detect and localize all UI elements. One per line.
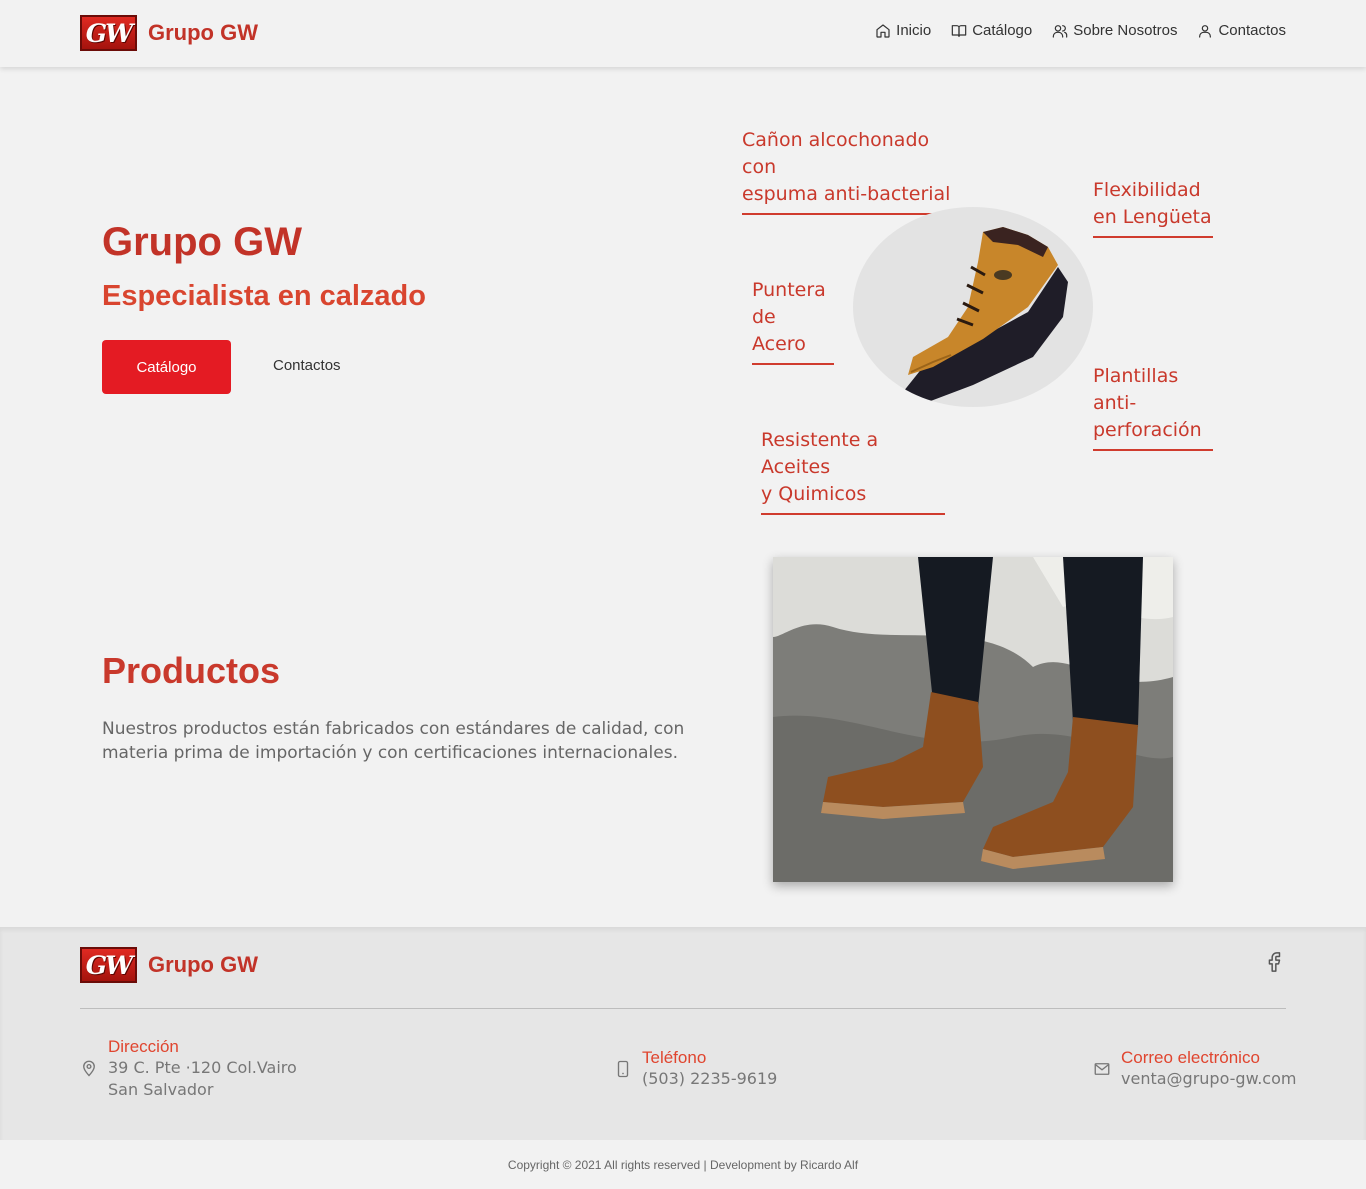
feature-canon: Cañon alcochonado con espuma anti-bacter…: [742, 127, 965, 215]
feature-line: Plantillas: [1093, 365, 1179, 387]
phone-icon: [617, 1060, 629, 1078]
contactos-link[interactable]: Contactos: [273, 357, 341, 374]
nav-label: Contactos: [1218, 22, 1286, 39]
location-pin-icon: [83, 1060, 95, 1077]
feature-aceites: Resistente a Aceites y Quimicos: [761, 427, 945, 515]
nav-item-catalogo[interactable]: Catálogo: [951, 22, 1032, 39]
feature-line: de Acero: [752, 306, 806, 355]
phone-label: Teléfono: [642, 1048, 707, 1067]
feature-line: en Lengüeta: [1093, 206, 1212, 228]
feature-plantillas: Plantillas anti- perforación: [1093, 363, 1213, 451]
address-label: Dirección: [108, 1037, 179, 1056]
nav-item-sobre-nosotros[interactable]: Sobre Nosotros: [1052, 22, 1177, 39]
logo-mark: GW: [80, 947, 137, 983]
users-icon: [1052, 24, 1068, 38]
footer-logo[interactable]: GW Grupo GW: [80, 947, 258, 983]
copyright: Copyright © 2021 All rights reserved | D…: [507, 1158, 859, 1172]
productos-title: Productos: [102, 650, 281, 691]
email-label: Correo electrónico: [1121, 1048, 1260, 1067]
footer-divider: [80, 1008, 1286, 1009]
nav-item-contactos[interactable]: Contactos: [1197, 22, 1286, 39]
brand-logo[interactable]: GW Grupo GW: [80, 15, 258, 51]
productos-description: Nuestros productos están fabricados con …: [102, 719, 685, 763]
brand-name: Grupo GW: [148, 952, 258, 977]
feature-line: Flexibilidad: [1093, 179, 1201, 201]
feature-line: Resistente a Aceites: [761, 429, 879, 478]
boot-image: [853, 207, 1093, 407]
main-nav: Inicio Catálogo Sobre Nosotros Contactos: [875, 22, 1286, 39]
nav-label: Catálogo: [972, 22, 1033, 39]
nav-label: Inicio: [896, 22, 932, 39]
logo-mark: GW: [80, 15, 137, 51]
address-line: San Salvador: [108, 1080, 214, 1099]
feature-line: anti-: [1093, 392, 1137, 414]
feature-puntera: Puntera de Acero: [752, 277, 834, 365]
facebook-icon[interactable]: [1263, 949, 1285, 975]
boots-photo: [773, 557, 1173, 882]
top-navbar: GW Grupo GW Inicio Catálogo Sobre Nosotr…: [0, 0, 1366, 67]
feature-line: espuma anti-bacterial: [742, 183, 951, 205]
email-value[interactable]: venta@grupo-gw.com: [1121, 1068, 1296, 1090]
feature-line: Cañon alcochonado con: [742, 129, 930, 178]
feature-line: y Quimicos: [761, 483, 867, 505]
home-icon: [876, 23, 890, 38]
address-value: 39 C. Pte ·120 Col.Vairo San Salvador: [108, 1057, 297, 1101]
feature-line: perforación: [1093, 419, 1202, 441]
catalogo-button[interactable]: Catálogo: [102, 340, 231, 394]
nav-label: Sobre Nosotros: [1073, 22, 1178, 39]
nav-item-inicio[interactable]: Inicio: [875, 22, 931, 39]
mail-icon: [1094, 1063, 1110, 1075]
book-icon: [951, 24, 967, 37]
hero-title: Grupo GW: [102, 220, 302, 264]
hero-subtitle: Especialista en calzado: [102, 280, 426, 312]
feature-flexibilidad: Flexibilidad en Lengüeta: [1093, 177, 1213, 238]
footer: GW Grupo GW Dirección 39 C. Pte ·120 Col…: [0, 927, 1366, 1140]
feature-line: Puntera: [752, 279, 826, 301]
user-icon: [1199, 24, 1212, 38]
phone-value[interactable]: (503) 2235-9619: [642, 1068, 777, 1090]
address-line: 39 C. Pte ·120 Col.Vairo: [108, 1058, 297, 1077]
brand-name: Grupo GW: [148, 20, 258, 45]
